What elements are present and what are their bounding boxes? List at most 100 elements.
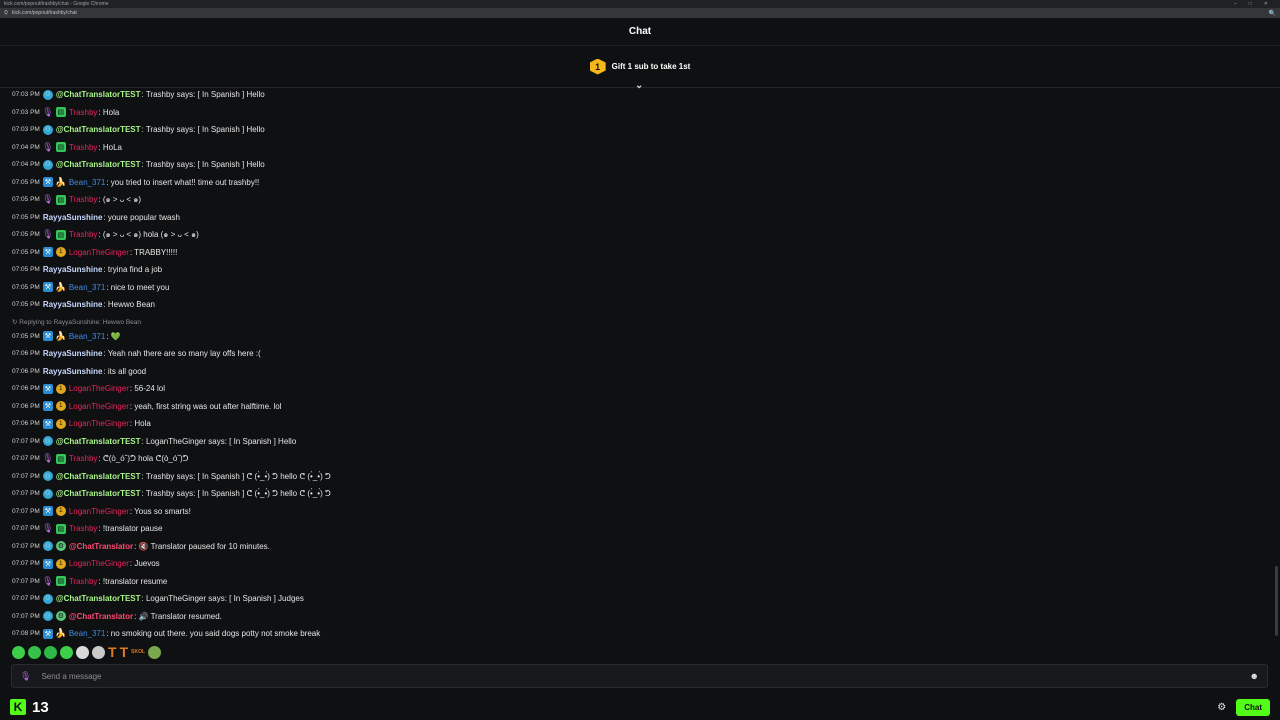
- settings-gear-icon[interactable]: ⚙: [1217, 702, 1226, 713]
- emote-icon[interactable]: SKOL: [131, 649, 145, 655]
- chat-message: 07:07 PM ⚒ 1 LoganTheGinger: Juevos: [12, 555, 1276, 573]
- emote-icon[interactable]: [60, 645, 73, 659]
- minimize-button[interactable]: –: [1234, 1, 1237, 7]
- message-list-continued: 07:06 PM RayyaSunshine: Yeah nah there ar…: [12, 345, 1276, 639]
- chat-username[interactable]: @ChatTranslatorTEST: [56, 125, 141, 134]
- chat-message: 07:05 PM 🎙 ▤ Trashby: (๑ > ᴗ < ๑) hola (๑ >…: [12, 226, 1276, 244]
- chat-username[interactable]: Trashby: [69, 577, 98, 586]
- message-text: : Hola: [98, 107, 120, 117]
- chat-username[interactable]: @ChatTranslatorTEST: [56, 472, 141, 481]
- close-button[interactable]: ✕: [1264, 1, 1268, 7]
- chat-username[interactable]: @ChatTranslatorTEST: [56, 160, 141, 169]
- message-text: : !translator pause: [98, 524, 163, 534]
- reply-text: Replying to RayyaSunshine: Hewwo Bean: [19, 318, 142, 326]
- site-info-icon[interactable]: ⛭: [4, 10, 8, 16]
- chat-username[interactable]: @ChatTranslatorTEST: [56, 594, 141, 603]
- chat-message-input[interactable]: [41, 671, 1250, 681]
- message-timestamp: 07:06 PM: [12, 420, 40, 428]
- chat-username[interactable]: Trashby: [69, 108, 98, 117]
- chat-username[interactable]: Bean_371: [69, 332, 105, 341]
- emote-icon[interactable]: T: [120, 644, 129, 660]
- message-timestamp: 07:03 PM: [12, 126, 40, 134]
- chat-scrollbar[interactable]: [1275, 566, 1278, 636]
- chat-username[interactable]: LoganTheGinger: [69, 559, 129, 568]
- chat-username[interactable]: LoganTheGinger: [69, 384, 129, 393]
- bot-badge-icon: ⚇: [42, 159, 53, 170]
- chat-username[interactable]: Trashby: [69, 524, 98, 533]
- chat-message: 07:05 PM RayyaSunshine: Hewwo Bean: [12, 296, 1276, 314]
- chat-username[interactable]: LoganTheGinger: [69, 507, 129, 516]
- message-timestamp: 07:07 PM: [12, 455, 40, 463]
- chat-username[interactable]: Bean_371: [69, 178, 105, 187]
- viewer-count: 13: [32, 698, 49, 716]
- chat-username[interactable]: LoganTheGinger: [69, 402, 129, 411]
- message-timestamp: 07:07 PM: [12, 490, 40, 498]
- bot-badge-icon: ⚇: [42, 611, 53, 622]
- emote-icon[interactable]: [76, 645, 89, 659]
- chat-username[interactable]: @ChatTranslatorTEST: [56, 90, 141, 99]
- chat-username[interactable]: Trashby: [69, 195, 98, 204]
- message-timestamp: 07:05 PM: [12, 301, 40, 309]
- url-text[interactable]: kick.com/popout/trashby/chat: [12, 10, 77, 16]
- chat-username[interactable]: RayyaSunshine: [43, 367, 103, 376]
- chat-username[interactable]: @ChatTranslator: [69, 542, 133, 551]
- chat-messages[interactable]: 07:03 PM ⚇ @ChatTranslatorTEST: Trashby sa…: [0, 89, 1276, 639]
- message-text: : Trashby says: [ In Spanish ] ᕦ (•̀_•́)…: [141, 471, 331, 481]
- message-timestamp: 07:05 PM: [12, 248, 40, 256]
- chat-username[interactable]: Bean_371: [69, 629, 105, 638]
- chat-input-box[interactable]: 🎙 ☻: [11, 664, 1268, 688]
- emote-icon[interactable]: [148, 645, 162, 659]
- message-text: : Trashby says: [ In Spanish ] Hello: [141, 125, 265, 135]
- chat-username[interactable]: LoganTheGinger: [69, 248, 129, 257]
- chat-username[interactable]: Trashby: [69, 143, 98, 152]
- sub-badge-icon: 1: [55, 418, 66, 429]
- bot-badge-icon: ⚇: [42, 89, 53, 100]
- bot-badge-icon: ⚇: [42, 471, 53, 482]
- chat-username[interactable]: @ChatTranslatorTEST: [56, 437, 141, 446]
- chat-username[interactable]: RayyaSunshine: [43, 265, 103, 274]
- maximize-button[interactable]: □: [1249, 1, 1252, 7]
- mic-badge-icon: 🎙: [42, 106, 54, 117]
- message-text: : ᕦ(ò_óˇ)ᕤ hola ᕦ(ò_óˇ)ᕤ: [98, 454, 189, 464]
- chat-username[interactable]: RayyaSunshine: [43, 300, 103, 309]
- sq-badge-icon: ⚒: [42, 383, 53, 394]
- chat-message: 07:03 PM 🎙 ▤ Trashby: Hola: [12, 104, 1276, 122]
- chat-username[interactable]: RayyaSunshine: [43, 213, 103, 222]
- chat-username[interactable]: @ChatTranslator: [69, 612, 133, 621]
- message-text: : Yeah nah there are so many lay offs he…: [103, 349, 261, 359]
- send-chat-button[interactable]: Chat: [1236, 698, 1270, 716]
- message-timestamp: 07:07 PM: [12, 560, 40, 568]
- bot-badge-icon: ⚇: [42, 541, 53, 552]
- message-text: : (๑ > ᴗ < ๑) hola (๑ > ᴗ < ๑): [98, 230, 199, 240]
- message-timestamp: 07:06 PM: [12, 402, 40, 410]
- emote-icon[interactable]: T: [108, 644, 117, 660]
- gift-sub-banner[interactable]: 1 Gift 1 sub to take 1st ⌄: [0, 46, 1280, 91]
- emote-icon[interactable]: [28, 645, 41, 659]
- chat-message: 07:05 PM ⚒ 🍌 Bean_371: you tried to insert …: [12, 174, 1276, 192]
- sub-badge-icon: 1: [55, 506, 66, 517]
- chat-username[interactable]: Trashby: [69, 230, 98, 239]
- emote-icon[interactable]: [12, 645, 25, 659]
- bot-badge-icon: ⚇: [42, 436, 53, 447]
- chat-username[interactable]: Trashby: [69, 454, 98, 463]
- message-timestamp: 07:06 PM: [12, 350, 40, 358]
- emote-icon[interactable]: [92, 645, 105, 659]
- message-timestamp: 07:06 PM: [12, 367, 40, 375]
- zoom-icon[interactable]: 🔍: [1269, 10, 1276, 17]
- chat-username[interactable]: Bean_371: [69, 283, 105, 292]
- chat-message: 07:06 PM ⚒ 1 LoganTheGinger: Hola: [12, 415, 1276, 433]
- window-controls: – □ ✕: [1234, 1, 1276, 7]
- chat-message: 07:05 PM 🎙 ▤ Trashby: (๑ > ᴗ < ๑): [12, 191, 1276, 209]
- emote-bar: T T SKOL: [12, 644, 162, 660]
- message-timestamp: 07:07 PM: [12, 525, 40, 533]
- sq-badge-icon: ⚒: [42, 331, 53, 342]
- chat-username[interactable]: @ChatTranslatorTEST: [56, 489, 141, 498]
- leaf-badge-icon: 🍌: [55, 281, 67, 292]
- chat-username[interactable]: RayyaSunshine: [43, 349, 103, 358]
- emoji-picker-icon[interactable]: ☻: [1250, 671, 1259, 681]
- chat-message: 07:07 PM ⚒ 1 LoganTheGinger: Yous so smarts…: [12, 503, 1276, 521]
- emote-icon[interactable]: [44, 645, 57, 659]
- chat-username[interactable]: LoganTheGinger: [69, 419, 129, 428]
- gift-sub-text[interactable]: Gift 1 sub to take 1st: [612, 62, 691, 71]
- address-bar[interactable]: ⛭ kick.com/popout/trashby/chat 🔍: [0, 8, 1280, 18]
